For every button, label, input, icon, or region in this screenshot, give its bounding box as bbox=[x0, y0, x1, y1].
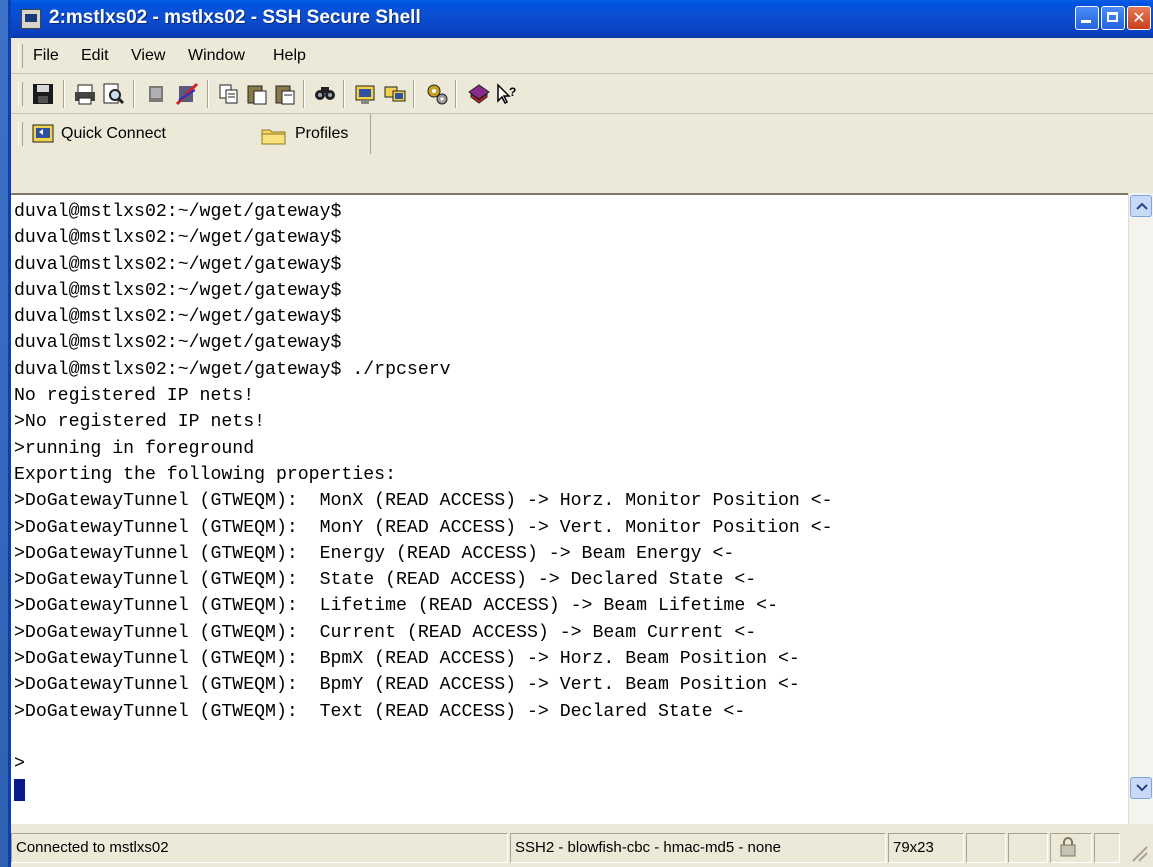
minimize-icon bbox=[1081, 20, 1091, 23]
chevron-down-icon bbox=[1136, 784, 1148, 792]
find-icon[interactable] bbox=[313, 82, 337, 106]
maximize-icon bbox=[1107, 12, 1118, 22]
menu-window[interactable]: Window bbox=[188, 47, 245, 65]
minimize-button[interactable] bbox=[1075, 6, 1099, 30]
disconnect-settings-icon[interactable] bbox=[175, 82, 199, 106]
toolbar-separator bbox=[303, 80, 305, 108]
terminal-line: > bbox=[14, 754, 25, 775]
toolbar-grip[interactable] bbox=[18, 122, 23, 146]
terminal-line: duval@mstlxs02:~/wget/gateway$ ./rpcserv bbox=[14, 359, 451, 380]
paste-icon[interactable] bbox=[245, 82, 269, 106]
toolbar-separator bbox=[455, 80, 457, 108]
status-empty-cell bbox=[966, 833, 1006, 863]
status-lock-cell bbox=[1050, 833, 1092, 863]
terminal-line: duval@mstlxs02:~/wget/gateway$ bbox=[14, 254, 342, 275]
terminal-app-icon[interactable] bbox=[21, 9, 41, 29]
scroll-down-button[interactable] bbox=[1130, 777, 1152, 799]
menu-help[interactable]: Help bbox=[273, 47, 306, 65]
menu-grip[interactable] bbox=[18, 44, 23, 68]
terminal-line: >running in foreground bbox=[14, 438, 255, 459]
menu-view[interactable]: View bbox=[131, 47, 165, 65]
quick-connect-icon[interactable] bbox=[31, 122, 57, 146]
toolbar-separator bbox=[133, 80, 135, 108]
svg-text:?: ? bbox=[509, 85, 516, 99]
scroll-up-button[interactable] bbox=[1130, 195, 1152, 217]
chevron-up-icon bbox=[1136, 202, 1148, 210]
save-icon[interactable] bbox=[31, 82, 55, 106]
terminal-line: duval@mstlxs02:~/wget/gateway$ bbox=[14, 280, 342, 301]
status-empty-cell bbox=[1008, 833, 1048, 863]
terminal-line: >DoGatewayTunnel (GTWEQM): Energy (READ … bbox=[14, 543, 735, 564]
quick-connect-button[interactable]: Quick Connect bbox=[61, 125, 166, 143]
terminal-line: Exporting the following properties: bbox=[14, 464, 396, 485]
terminal-line: duval@mstlxs02:~/wget/gateway$ bbox=[14, 333, 342, 354]
terminal-cursor-line bbox=[14, 778, 1128, 804]
status-protocol: SSH2 - blowfish-cbc - hmac-md5 - none bbox=[510, 833, 886, 863]
terminal-line: >DoGatewayTunnel (GTWEQM): MonY (READ AC… bbox=[14, 517, 833, 538]
terminal-line: >No registered IP nets! bbox=[14, 412, 266, 433]
toolbar-grip[interactable] bbox=[18, 82, 23, 106]
status-terminal-size: 79x23 bbox=[888, 833, 964, 863]
menu-file[interactable]: File bbox=[33, 47, 59, 65]
title-bar[interactable]: 2:mstlxs02 - mstlxs02 - SSH Secure Shell… bbox=[11, 0, 1153, 38]
terminal-line: >DoGatewayTunnel (GTWEQM): Current (READ… bbox=[14, 622, 757, 643]
toolbar-separator bbox=[413, 80, 415, 108]
print-preview-icon[interactable] bbox=[101, 82, 125, 106]
close-icon: ✕ bbox=[1132, 8, 1146, 27]
status-bar: Connected to mstlxs02 SSH2 - blowfish-cb… bbox=[11, 829, 1153, 867]
main-toolbar: ? bbox=[11, 74, 1153, 114]
terminal-line: duval@mstlxs02:~/wget/gateway$ bbox=[14, 228, 342, 249]
vertical-scrollbar[interactable] bbox=[1128, 193, 1153, 824]
terminal-line: >DoGatewayTunnel (GTWEQM): BpmY (READ AC… bbox=[14, 675, 800, 696]
profiles-folder-icon[interactable] bbox=[261, 126, 287, 146]
status-empty-cell bbox=[1094, 833, 1120, 863]
terminal-line: duval@mstlxs02:~/wget/gateway$ bbox=[14, 307, 342, 328]
new-file-transfer-icon[interactable] bbox=[383, 82, 407, 106]
terminal-line: duval@mstlxs02:~/wget/gateway$ bbox=[14, 202, 342, 222]
terminal-line: >DoGatewayTunnel (GTWEQM): MonX (READ AC… bbox=[14, 491, 833, 512]
toolbar-separator bbox=[63, 80, 65, 108]
print-icon[interactable] bbox=[73, 82, 97, 106]
disconnect-icon[interactable] bbox=[145, 82, 169, 106]
copy-icon[interactable] bbox=[217, 82, 241, 106]
terminal-line: >DoGatewayTunnel (GTWEQM): State (READ A… bbox=[14, 570, 757, 591]
terminal-output[interactable]: duval@mstlxs02:~/wget/gateway$ duval@mst… bbox=[14, 199, 1128, 821]
help-topics-icon[interactable] bbox=[467, 82, 491, 106]
menu-edit[interactable]: Edit bbox=[81, 47, 109, 65]
toolbar-separator bbox=[343, 80, 345, 108]
profiles-button[interactable]: Profiles bbox=[295, 125, 348, 143]
status-connection: Connected to mstlxs02 bbox=[11, 833, 508, 863]
terminal-line: >DoGatewayTunnel (GTWEQM): BpmX (READ AC… bbox=[14, 649, 800, 670]
window-title: 2:mstlxs02 - mstlxs02 - SSH Secure Shell bbox=[49, 7, 421, 28]
resize-grip-icon[interactable] bbox=[1127, 841, 1149, 863]
close-button[interactable]: ✕ bbox=[1127, 6, 1151, 30]
terminal-line: >DoGatewayTunnel (GTWEQM): Lifetime (REA… bbox=[14, 596, 778, 617]
settings-icon[interactable] bbox=[425, 82, 449, 106]
context-help-icon[interactable]: ? bbox=[495, 82, 519, 106]
ssh-window: 2:mstlxs02 - mstlxs02 - SSH Secure Shell… bbox=[8, 0, 1153, 867]
terminal-cursor bbox=[14, 778, 25, 801]
maximize-button[interactable] bbox=[1101, 6, 1125, 30]
new-terminal-icon[interactable] bbox=[353, 82, 377, 106]
terminal-line: >DoGatewayTunnel (GTWEQM): Text (READ AC… bbox=[14, 701, 746, 722]
menu-bar: File Edit View Window Help bbox=[11, 38, 1153, 74]
lock-icon bbox=[1060, 837, 1076, 857]
toolbar-separator bbox=[207, 80, 209, 108]
terminal-frame: duval@mstlxs02:~/wget/gateway$ duval@mst… bbox=[11, 193, 1153, 824]
paste-special-icon[interactable] bbox=[273, 82, 297, 106]
terminal-line: No registered IP nets! bbox=[14, 386, 255, 407]
